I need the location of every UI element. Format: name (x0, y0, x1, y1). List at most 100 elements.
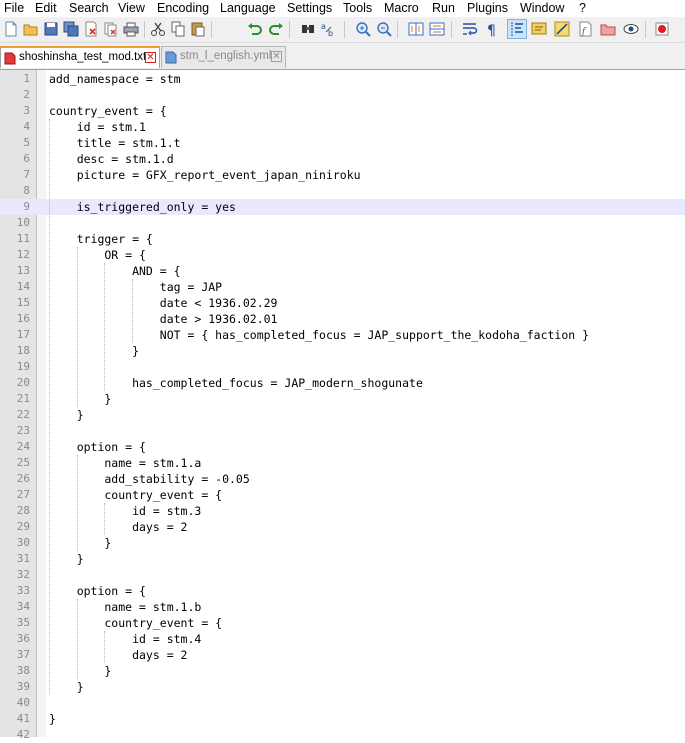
code-line[interactable]: 41} (0, 711, 685, 727)
code-line[interactable]: 28 id = stm.3 (0, 503, 685, 519)
redo-icon[interactable] (267, 20, 285, 38)
print-icon[interactable] (122, 20, 140, 38)
code-line[interactable]: 39 } (0, 679, 685, 695)
code-line[interactable]: 22 } (0, 407, 685, 423)
new-file-icon[interactable] (2, 20, 20, 38)
code-line[interactable]: 20 has_completed_focus = JAP_modern_shog… (0, 375, 685, 391)
word-wrap-icon[interactable] (461, 20, 479, 38)
indent-guide-icon[interactable] (507, 19, 527, 39)
code-line[interactable]: 9 is_triggered_only = yes (0, 199, 685, 215)
close-all-icon[interactable] (102, 20, 120, 38)
code-line[interactable]: 13 AND = { (0, 263, 685, 279)
tab-label: shoshinsha_test_mod.txt (19, 51, 147, 63)
line-number: 12 (16, 248, 30, 261)
code-line[interactable]: 30 } (0, 535, 685, 551)
code-line[interactable]: 10 (0, 215, 685, 231)
code-text: country_event = { (49, 104, 167, 118)
function-list-icon[interactable]: f (576, 20, 594, 38)
menu-file[interactable]: File (4, 0, 24, 16)
code-line[interactable]: 17 NOT = { has_completed_focus = JAP_sup… (0, 327, 685, 343)
code-line[interactable]: 11 trigger = { (0, 231, 685, 247)
menu-settings[interactable]: Settings (287, 0, 332, 16)
close-icon[interactable] (82, 20, 100, 38)
code-line[interactable]: 23 (0, 423, 685, 439)
menu-search[interactable]: Search (69, 0, 109, 16)
monitoring-icon[interactable] (622, 20, 640, 38)
save-all-icon[interactable] (62, 20, 80, 38)
code-line[interactable]: 15 date < 1936.02.29 (0, 295, 685, 311)
line-number: 37 (16, 648, 30, 661)
code-line[interactable]: 7 picture = GFX_report_event_japan_ninir… (0, 167, 685, 183)
code-line[interactable]: 34 name = stm.1.b (0, 599, 685, 615)
editor[interactable]: 1 add_namespace = stm 2 3 country_event = {4… (0, 70, 685, 741)
menu-window[interactable]: Window (520, 0, 564, 16)
menu-edit[interactable]: Edit (35, 0, 57, 16)
indent-guide (132, 279, 134, 343)
code-line[interactable]: 37 days = 2 (0, 647, 685, 663)
menu-macro[interactable]: Macro (384, 0, 419, 16)
line-number: 4 (23, 120, 30, 133)
undo-icon[interactable] (246, 20, 264, 38)
code-line[interactable]: 2 (0, 87, 685, 103)
user-language-icon[interactable] (530, 20, 548, 38)
close-tab-icon[interactable]: ✕ (271, 51, 282, 62)
tab-shoshinsha-test-mod[interactable]: shoshinsha_test_mod.txt ✕ (0, 46, 160, 68)
tab-stm-l-english[interactable]: stm_l_english.yml ✕ (161, 46, 286, 68)
code-line[interactable]: 32 (0, 567, 685, 583)
menu-encoding[interactable]: Encoding (157, 0, 209, 16)
menu-view[interactable]: View (118, 0, 145, 16)
code-line[interactable]: 27 country_event = { (0, 487, 685, 503)
code-line[interactable]: 8 (0, 183, 685, 199)
save-icon[interactable] (42, 20, 60, 38)
code-line[interactable]: 25 name = stm.1.a (0, 455, 685, 471)
line-number: 13 (16, 264, 30, 277)
menu-language[interactable]: Language (220, 0, 276, 16)
code-line[interactable]: 26 add_stability = -0.05 (0, 471, 685, 487)
folder-as-workspace-icon[interactable] (599, 20, 617, 38)
open-file-icon[interactable] (22, 20, 40, 38)
line-number: 30 (16, 536, 30, 549)
code-line[interactable]: 24 option = { (0, 439, 685, 455)
code-line[interactable]: 21 } (0, 391, 685, 407)
code-line[interactable]: 42 (0, 727, 685, 743)
show-all-characters-icon[interactable]: ¶ (483, 20, 501, 38)
code-text: date < 1936.02.29 (49, 296, 278, 310)
menu-plugins[interactable]: Plugins (467, 0, 508, 16)
code-line[interactable]: 14 tag = JAP (0, 279, 685, 295)
sync-horizontal-icon[interactable] (428, 20, 446, 38)
find-icon[interactable] (299, 20, 317, 38)
copy-icon[interactable] (169, 20, 187, 38)
indent-guide (76, 455, 78, 551)
code-line[interactable]: 4 id = stm.1 (0, 119, 685, 135)
line-number: 21 (16, 392, 30, 405)
code-line[interactable]: 12 OR = { (0, 247, 685, 263)
document-map-icon[interactable] (553, 20, 571, 38)
cut-icon[interactable] (149, 20, 167, 38)
code-line[interactable]: 16 date > 1936.02.01 (0, 311, 685, 327)
record-macro-icon[interactable] (653, 20, 671, 38)
menu-tools[interactable]: Tools (343, 0, 372, 16)
code-line[interactable]: 19 (0, 359, 685, 375)
code-line[interactable]: 5 title = stm.1.t (0, 135, 685, 151)
menu-help[interactable]: ? (579, 0, 586, 16)
zoom-in-icon[interactable] (354, 20, 372, 38)
close-tab-icon[interactable]: ✕ (145, 52, 156, 63)
code-line[interactable]: 18 } (0, 343, 685, 359)
menu-run[interactable]: Run (432, 0, 455, 16)
code-line[interactable]: 31 } (0, 551, 685, 567)
replace-icon[interactable]: ab (320, 20, 338, 38)
code-line[interactable]: 40 (0, 695, 685, 711)
paste-icon[interactable] (189, 20, 207, 38)
code-line[interactable]: 36 id = stm.4 (0, 631, 685, 647)
zoom-out-icon[interactable] (375, 20, 393, 38)
code-line[interactable]: 3 country_event = { (0, 103, 685, 119)
file-icon (165, 51, 177, 64)
code-line[interactable]: 35 country_event = { (0, 615, 685, 631)
code-line[interactable]: 1 add_namespace = stm (0, 71, 685, 87)
code-line[interactable]: 29 days = 2 (0, 519, 685, 535)
sync-vertical-icon[interactable] (407, 20, 425, 38)
indent-guide (76, 599, 78, 679)
code-line[interactable]: 6 desc = stm.1.d (0, 151, 685, 167)
code-line[interactable]: 38 } (0, 663, 685, 679)
code-line[interactable]: 33 option = { (0, 583, 685, 599)
